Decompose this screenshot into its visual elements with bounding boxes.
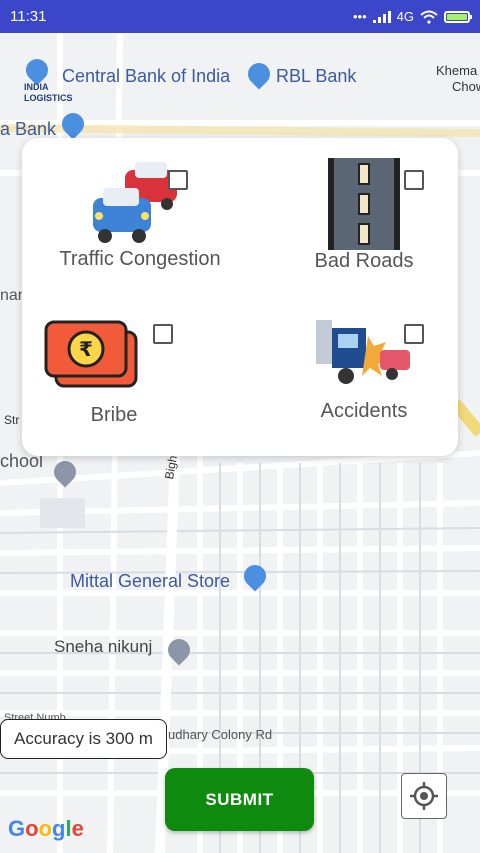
google-letter: o bbox=[38, 816, 53, 841]
map-label-a-bank: a Bank bbox=[0, 119, 57, 139]
status-icons: ••• 4G bbox=[353, 9, 472, 24]
map-label-logistics: LOGISTICS bbox=[24, 93, 73, 103]
map-label-india: INDIA bbox=[24, 82, 49, 92]
bribe-icon: ₹ bbox=[44, 320, 138, 388]
map-label-khema: Khema bbox=[436, 63, 478, 78]
google-letter: G bbox=[8, 816, 26, 841]
accidents-checkbox[interactable] bbox=[404, 324, 424, 344]
svg-text:₹: ₹ bbox=[79, 337, 93, 361]
option-traffic-congestion[interactable]: Traffic Congestion bbox=[40, 158, 240, 271]
map-label-chow: Chow bbox=[452, 79, 480, 94]
wifi-icon bbox=[420, 10, 438, 24]
accident-icon bbox=[316, 320, 410, 384]
accuracy-text: Accuracy is 300 m bbox=[14, 729, 153, 748]
map-label-mittal: Mittal General Store bbox=[70, 571, 231, 591]
status-bar: 11:31 ••• 4G bbox=[0, 0, 480, 33]
my-location-button[interactable] bbox=[401, 773, 447, 819]
option-label: Accidents bbox=[320, 400, 408, 422]
issue-selection-card: Traffic Congestion Bad Roads ₹ Bribe Acc… bbox=[22, 138, 458, 456]
map-label-central-bank: Central Bank of India bbox=[62, 66, 231, 86]
bad-roads-icon bbox=[328, 158, 400, 250]
bribe-checkbox[interactable] bbox=[153, 324, 173, 344]
map-label-rbl-bank: RBL Bank bbox=[276, 66, 357, 86]
option-label: Traffic Congestion bbox=[59, 248, 221, 270]
option-label: Bad Roads bbox=[314, 250, 414, 272]
map-label-sneha: Sneha nikunj bbox=[54, 637, 153, 656]
google-letter: o bbox=[25, 816, 39, 841]
traffic-congestion-checkbox[interactable] bbox=[168, 170, 188, 190]
map-label-colony-rd: udhary Colony Rd bbox=[168, 727, 273, 742]
more-dots-icon: ••• bbox=[353, 9, 367, 24]
signal-icon bbox=[372, 10, 391, 23]
status-time: 11:31 bbox=[10, 8, 47, 25]
submit-button[interactable]: SUBMIT bbox=[165, 768, 314, 831]
map-label-str: Str bbox=[4, 413, 20, 427]
accuracy-badge: Accuracy is 300 m bbox=[0, 719, 167, 759]
bad-roads-checkbox[interactable] bbox=[404, 170, 424, 190]
option-label: Bribe bbox=[90, 404, 138, 426]
google-letter: g bbox=[52, 816, 66, 841]
google-letter: e bbox=[71, 816, 84, 841]
google-logo: Google bbox=[8, 816, 84, 842]
battery-icon bbox=[444, 10, 472, 23]
crosshair-icon bbox=[410, 782, 438, 810]
network-type: 4G bbox=[396, 9, 414, 24]
